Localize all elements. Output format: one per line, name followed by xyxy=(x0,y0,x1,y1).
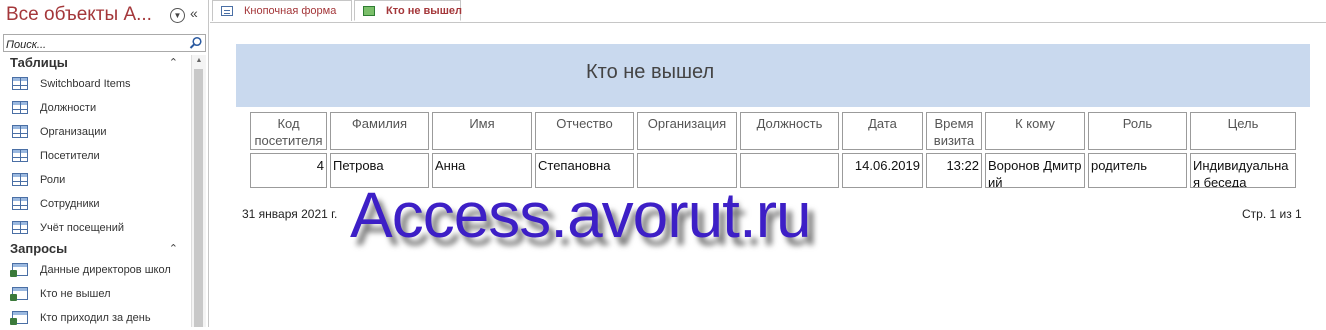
nav-item-dannye-direktorov[interactable]: Данные директоров школ xyxy=(10,260,190,282)
table-icon xyxy=(12,221,28,234)
nav-search-box xyxy=(3,34,206,52)
column-header-position: Должность xyxy=(740,112,839,150)
tab-label: Кто не вышел xyxy=(386,5,462,17)
column-header-organization: Организация xyxy=(637,112,737,150)
report-title: Кто не вышел xyxy=(586,61,715,83)
navigation-pane: Все объекты A... ▼ « Таблицы ⌃ Switchboa… xyxy=(0,0,209,327)
column-header-patronymic: Отчество xyxy=(535,112,634,150)
nav-item-kto-ne-vyshel[interactable]: Кто не вышел xyxy=(10,284,190,306)
nav-item-label: Должности xyxy=(40,102,97,114)
query-icon xyxy=(10,263,28,277)
nav-header: Все объекты A... ▼ « xyxy=(0,0,208,32)
group-header-queries[interactable]: Запросы ⌃ xyxy=(10,241,188,261)
table-icon xyxy=(12,197,28,210)
query-icon xyxy=(10,287,28,301)
group-header-tables[interactable]: Таблицы ⌃ xyxy=(10,55,188,75)
nav-item-label: Роли xyxy=(40,174,66,186)
nav-menu-chevron-icon[interactable]: ▼ xyxy=(170,8,185,23)
report-icon xyxy=(363,6,375,16)
document-tabs: Кнопочная форма Кто не вышел xyxy=(210,0,1326,23)
column-header-code: Код посетителя xyxy=(250,112,327,150)
column-header-surname: Фамилия xyxy=(330,112,429,150)
column-header-to-whom: К кому xyxy=(985,112,1085,150)
scroll-up-icon[interactable]: ▲ xyxy=(192,55,206,67)
nav-item-label: Организации xyxy=(40,126,107,138)
column-header-time: Время визита xyxy=(926,112,982,150)
nav-item-dolzhnosti[interactable]: Должности xyxy=(12,98,190,120)
report-footer-date: 31 января 2021 г. xyxy=(242,207,338,221)
table-icon xyxy=(12,77,28,90)
cell-to-whom: Воронов Дмитрий xyxy=(985,153,1085,188)
table-icon xyxy=(12,173,28,186)
tab-knopochnaya-forma[interactable]: Кнопочная форма xyxy=(212,0,352,21)
nav-title[interactable]: Все объекты A... xyxy=(6,4,152,26)
nav-scrollbar[interactable]: ▲ xyxy=(191,55,206,327)
cell-code: 4 xyxy=(250,153,327,188)
table-icon xyxy=(12,149,28,162)
nav-item-uchet-poseshcheniy[interactable]: Учёт посещений xyxy=(12,218,190,240)
nav-collapse-icon[interactable]: « xyxy=(190,5,198,21)
nav-item-switchboard-items[interactable]: Switchboard Items xyxy=(12,74,190,96)
nav-item-label: Учёт посещений xyxy=(40,222,125,234)
nav-item-label: Данные директоров школ xyxy=(40,264,171,276)
search-input[interactable] xyxy=(4,38,181,52)
query-icon xyxy=(10,311,28,325)
nav-item-sotrudniki[interactable]: Сотрудники xyxy=(12,194,190,216)
cell-date: 14.06.2019 xyxy=(842,153,923,188)
report-footer-page-number: Стр. 1 из 1 xyxy=(1242,207,1302,221)
nav-item-roli[interactable]: Роли xyxy=(12,170,190,192)
watermark-text: Access.avorut.ru xyxy=(350,179,812,251)
column-header-purpose: Цель xyxy=(1190,112,1296,150)
table-icon xyxy=(12,125,28,138)
group-label-tables: Таблицы xyxy=(10,55,68,70)
scrollbar-thumb[interactable] xyxy=(194,69,203,327)
report-header: Кто не вышел xyxy=(236,44,1310,107)
column-header-name: Имя xyxy=(432,112,532,150)
cell-role: родитель xyxy=(1088,153,1187,188)
search-icon[interactable] xyxy=(189,36,203,50)
nav-item-label: Сотрудники xyxy=(40,198,100,210)
tab-label: Кнопочная форма xyxy=(244,5,337,17)
nav-item-organizatsii[interactable]: Организации xyxy=(12,122,190,144)
nav-item-label: Кто приходил за день xyxy=(40,312,151,324)
nav-item-label: Посетители xyxy=(40,150,100,162)
nav-item-posetiteli[interactable]: Посетители xyxy=(12,146,190,168)
table-icon xyxy=(12,101,28,114)
tab-kto-ne-vyshel[interactable]: Кто не вышел xyxy=(354,0,462,21)
collapse-group-icon[interactable]: ⌃ xyxy=(169,242,178,255)
collapse-group-icon[interactable]: ⌃ xyxy=(169,56,178,69)
column-header-date: Дата xyxy=(842,112,923,150)
nav-item-label: Кто не вышел xyxy=(40,288,111,300)
group-label-queries: Запросы xyxy=(10,241,68,256)
form-icon xyxy=(221,6,233,16)
nav-item-label: Switchboard Items xyxy=(40,78,131,90)
column-header-role: Роль xyxy=(1088,112,1187,150)
cell-purpose: Индивидуальна я беседа xyxy=(1190,153,1296,188)
cell-time: 13:22 xyxy=(926,153,982,188)
